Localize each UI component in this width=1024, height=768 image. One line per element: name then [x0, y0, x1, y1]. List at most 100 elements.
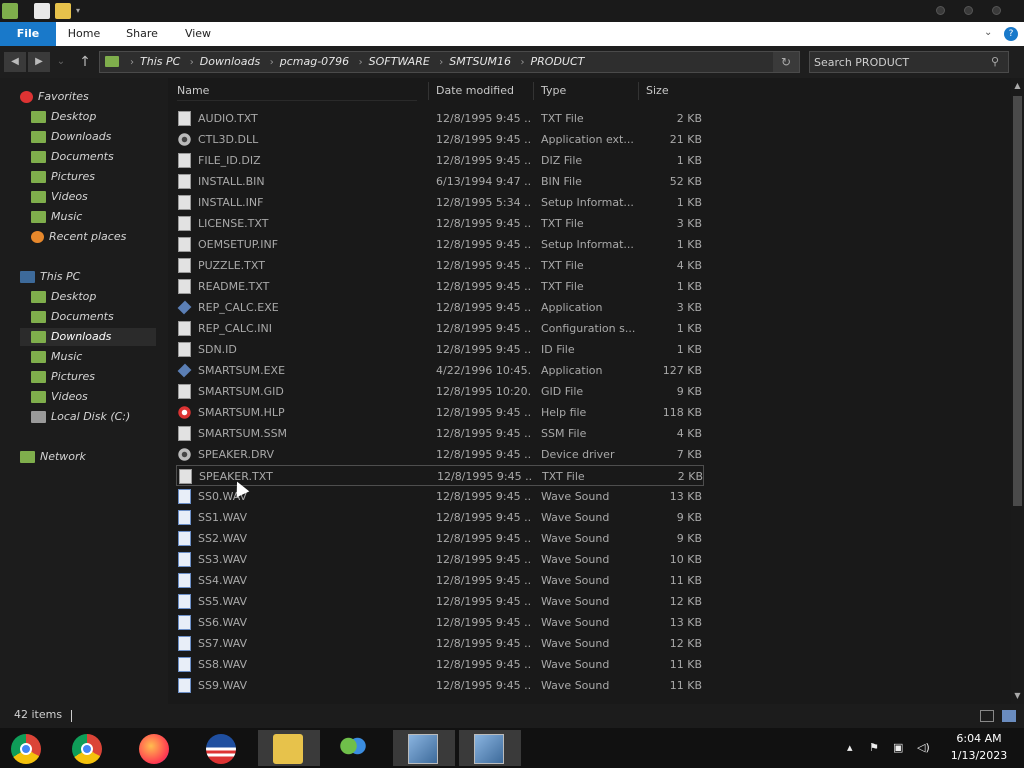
- table-row[interactable]: SMARTSUM.EXE 4/22/1996 10:45... Applicatio…: [176, 360, 704, 381]
- minimize-button[interactable]: [936, 6, 945, 15]
- tab-view[interactable]: View: [178, 22, 218, 46]
- scroll-up-icon[interactable]: ▲: [1011, 80, 1024, 92]
- properties-icon[interactable]: [34, 3, 50, 19]
- column-divider[interactable]: [428, 82, 429, 100]
- sidebar-item-music[interactable]: Music: [31, 208, 82, 226]
- table-row[interactable]: SMARTSUM.GID 12/8/1995 10:20... GID File 9 …: [176, 381, 704, 402]
- folder-app-icon[interactable]: [2, 3, 18, 19]
- taskbar-app[interactable]: [459, 730, 521, 766]
- table-row[interactable]: SS3.WAV 12/8/1995 9:45 ... Wave Sound 10 KB: [176, 549, 704, 570]
- network-icon[interactable]: ▣: [893, 741, 903, 754]
- refresh-icon[interactable]: ↻: [773, 52, 799, 72]
- thispc-header[interactable]: This PC: [20, 268, 80, 286]
- breadcrumb-item[interactable]: PRODUCT: [531, 52, 585, 72]
- table-row[interactable]: SS0.WAV 12/8/1995 9:45 ... Wave Sound 13 KB: [176, 486, 704, 507]
- chevron-up-icon[interactable]: ▴: [847, 741, 853, 754]
- column-divider[interactable]: [638, 82, 639, 100]
- sidebar-item-documents[interactable]: Documents: [31, 148, 114, 166]
- column-divider[interactable]: [533, 82, 534, 100]
- table-row[interactable]: INSTALL.BIN 6/13/1994 9:47 ... BIN File 52 …: [176, 171, 704, 192]
- up-arrow-icon[interactable]: ↑: [76, 52, 94, 72]
- table-row[interactable]: SS2.WAV 12/8/1995 9:45 ... Wave Sound 9 KB: [176, 528, 704, 549]
- table-row[interactable]: AUDIO.TXT 12/8/1995 9:45 ... TXT File 2 KB: [176, 108, 704, 129]
- column-header-date[interactable]: Date modified: [436, 82, 514, 100]
- sidebar-item-downloads[interactable]: Downloads: [20, 328, 156, 346]
- sidebar-item-music[interactable]: Music: [31, 348, 82, 366]
- taskbar-app[interactable]: [258, 730, 320, 766]
- table-row[interactable]: FILE_ID.DIZ 12/8/1995 9:45 ... DIZ File 1 K…: [176, 150, 704, 171]
- chevron-down-icon[interactable]: ▾: [76, 3, 86, 19]
- search-icon[interactable]: ⚲: [991, 55, 1005, 69]
- table-row[interactable]: SPEAKER.TXT 12/8/1995 9:45 ... TXT File 2 K…: [176, 465, 704, 486]
- tab-file[interactable]: File: [0, 22, 56, 46]
- sidebar-item-recent-places[interactable]: Recent places: [31, 228, 126, 246]
- table-row[interactable]: SS6.WAV 12/8/1995 9:45 ... Wave Sound 13 KB: [176, 612, 704, 633]
- tab-share[interactable]: Share: [120, 22, 164, 46]
- search-input[interactable]: [814, 54, 984, 70]
- sidebar-item-desktop[interactable]: Desktop: [31, 108, 96, 126]
- scrollbar-thumb[interactable]: [1013, 96, 1022, 506]
- recent-locations-icon[interactable]: ⌄: [54, 52, 68, 72]
- table-row[interactable]: SMARTSUM.SSM 12/8/1995 9:45 ... SSM File 4 …: [176, 423, 704, 444]
- table-row[interactable]: SS5.WAV 12/8/1995 9:45 ... Wave Sound 12 KB: [176, 591, 704, 612]
- table-row[interactable]: PUZZLE.TXT 12/8/1995 9:45 ... TXT File 4 KB: [176, 255, 704, 276]
- search-box[interactable]: ⚲: [809, 51, 1009, 73]
- details-view-icon[interactable]: [980, 710, 994, 722]
- taskbar-app[interactable]: [124, 730, 186, 766]
- new-folder-icon[interactable]: [55, 3, 71, 19]
- vertical-scrollbar[interactable]: ▲ ▼: [1011, 78, 1024, 704]
- sidebar-item-pictures[interactable]: Pictures: [31, 368, 95, 386]
- column-header-size[interactable]: Size: [646, 82, 669, 100]
- breadcrumb-item[interactable]: Downloads: [200, 52, 260, 72]
- forward-button[interactable]: ▶: [28, 52, 50, 72]
- table-row[interactable]: SPEAKER.DRV 12/8/1995 9:45 ... Device driv…: [176, 444, 704, 465]
- sidebar-item-videos[interactable]: Videos: [31, 388, 88, 406]
- table-row[interactable]: SS8.WAV 12/8/1995 9:45 ... Wave Sound 11 KB: [176, 654, 704, 675]
- table-row[interactable]: INSTALL.INF 12/8/1995 5:34 ... Setup Infor…: [176, 192, 704, 213]
- volume-icon[interactable]: ◁): [917, 741, 930, 754]
- help-icon[interactable]: ?: [1004, 27, 1018, 41]
- sidebar-item-documents[interactable]: Documents: [31, 308, 114, 326]
- column-header-type[interactable]: Type: [541, 82, 566, 100]
- table-row[interactable]: LICENSE.TXT 12/8/1995 9:45 ... TXT File 3 K…: [176, 213, 704, 234]
- taskbar-app[interactable]: [323, 730, 385, 766]
- chevron-down-icon[interactable]: ⌄: [984, 27, 992, 38]
- taskbar-app[interactable]: [0, 730, 58, 766]
- table-row[interactable]: README.TXT 12/8/1995 9:45 ... TXT File 1 KB: [176, 276, 704, 297]
- breadcrumb-item[interactable]: pcmag-0796: [280, 52, 349, 72]
- table-row[interactable]: SS4.WAV 12/8/1995 9:45 ... Wave Sound 11 KB: [176, 570, 704, 591]
- maximize-button[interactable]: [964, 6, 973, 15]
- column-header-name[interactable]: Name: [177, 82, 209, 100]
- table-row[interactable]: SS1.WAV 12/8/1995 9:45 ... Wave Sound 9 KB: [176, 507, 704, 528]
- table-row[interactable]: REP_CALC.INI 12/8/1995 9:45 ... Configurat…: [176, 318, 704, 339]
- table-row[interactable]: CTL3D.DLL 12/8/1995 9:45 ... Application e…: [176, 129, 704, 150]
- table-row[interactable]: SS7.WAV 12/8/1995 9:45 ... Wave Sound 12 KB: [176, 633, 704, 654]
- network-header[interactable]: Network: [20, 448, 86, 466]
- table-row[interactable]: SS9.WAV 12/8/1995 9:45 ... Wave Sound 11 KB: [176, 675, 704, 696]
- sidebar-item-desktop[interactable]: Desktop: [31, 288, 96, 306]
- tab-home[interactable]: Home: [62, 22, 106, 46]
- close-button[interactable]: [992, 6, 1001, 15]
- breadcrumb-item[interactable]: SOFTWARE: [369, 52, 430, 72]
- sidebar-item-videos[interactable]: Videos: [31, 188, 88, 206]
- table-row[interactable]: SDN.ID 12/8/1995 9:45 ... ID File 1 KB: [176, 339, 704, 360]
- sidebar-item-pictures[interactable]: Pictures: [31, 168, 95, 186]
- table-row[interactable]: [176, 696, 704, 702]
- address-bar[interactable]: › This PC › Downloads › pcmag-0796 › SOFTWAR…: [99, 51, 800, 73]
- clock-time[interactable]: 6:04 AM: [946, 732, 1012, 745]
- scroll-down-icon[interactable]: ▼: [1011, 690, 1024, 702]
- flag-icon[interactable]: ⚑: [869, 741, 879, 754]
- back-button[interactable]: ◀: [4, 52, 26, 72]
- favorites-header[interactable]: Favorites: [20, 88, 89, 106]
- table-row[interactable]: OEMSETUP.INF 12/8/1995 9:45 ... Setup Info…: [176, 234, 704, 255]
- taskbar-app[interactable]: [57, 730, 119, 766]
- taskbar-app[interactable]: [191, 730, 253, 766]
- breadcrumb-item[interactable]: This PC: [140, 52, 180, 72]
- sidebar-item-local-disk[interactable]: Local Disk (C:): [31, 408, 130, 426]
- table-row[interactable]: SMARTSUM.HLP 12/8/1995 9:45 ... Help file 1…: [176, 402, 704, 423]
- clock-date[interactable]: 1/13/2023: [946, 749, 1012, 762]
- sidebar-item-downloads[interactable]: Downloads: [31, 128, 111, 146]
- taskbar-app[interactable]: [393, 730, 455, 766]
- large-icons-view-icon[interactable]: [1002, 710, 1016, 722]
- breadcrumb-item[interactable]: SMTSUM16: [449, 52, 511, 72]
